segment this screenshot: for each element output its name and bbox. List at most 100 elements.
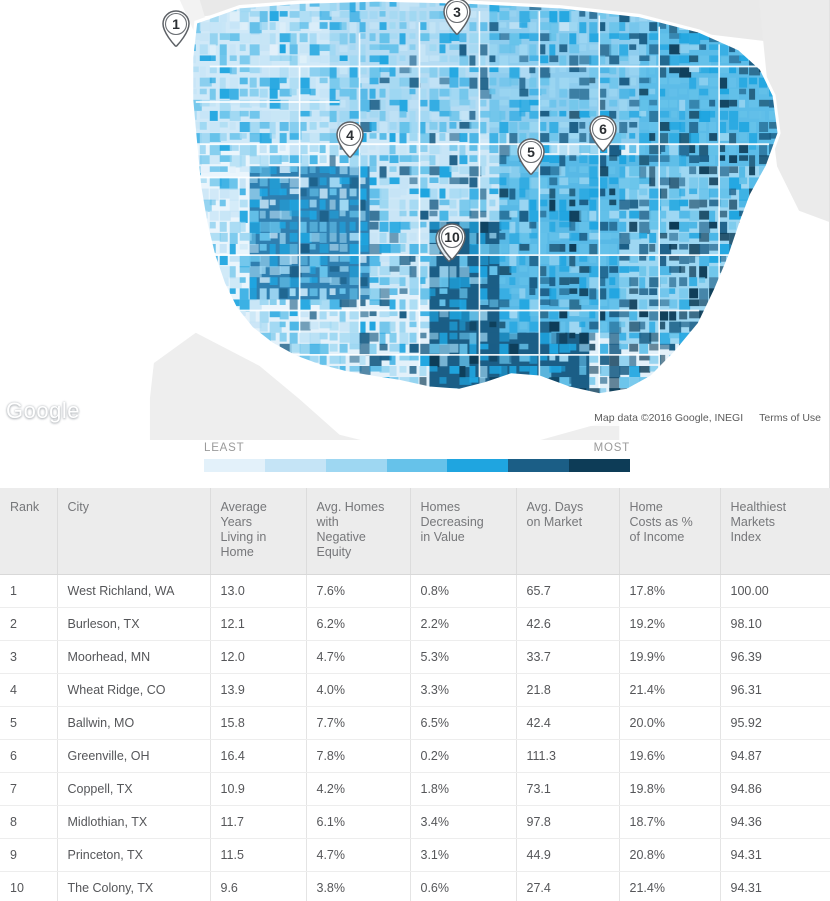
cell-decreasing: 3.4% [410, 805, 517, 839]
map-marker-5[interactable]: 5 [512, 136, 550, 184]
legend-swatch-6 [508, 459, 570, 472]
cell-decreasing: 1.8% [410, 772, 517, 806]
cell-negative_equity: 7.8% [306, 739, 411, 773]
table-row[interactable]: 5 Ballwin, MO 15.8 7.7% 6.5% 42.4 20.0% 95.92 [0, 706, 830, 740]
table-row[interactable]: 6 Greenville, OH 16.4 7.8% 0.2% 111.3 19.6% 94.… [0, 739, 830, 773]
cell-years: 16.4 [210, 739, 307, 773]
cell-rank: 9 [0, 838, 58, 872]
cell-rank: 3 [0, 640, 58, 674]
cell-decreasing: 0.8% [410, 574, 517, 608]
map-attribution: Map data ©2016 Google, INEGI Terms of Us… [588, 410, 827, 426]
svg-text:10: 10 [444, 229, 460, 245]
table-row[interactable]: 7 Coppell, TX 10.9 4.2% 1.8% 73.1 19.8% 94.86 [0, 772, 830, 806]
table-row[interactable]: 3 Moorhead, MN 12.0 4.7% 5.3% 33.7 19.9% 96.39 [0, 640, 830, 674]
column-header-0: Rank [0, 488, 58, 575]
cell-days_on_market: 42.6 [516, 607, 620, 641]
cell-days_on_market: 65.7 [516, 574, 620, 608]
legend-swatch-5 [447, 459, 509, 472]
column-header-line: Avg. Days [526, 500, 584, 514]
cell-costs_pct: 20.8% [619, 838, 721, 872]
table-body: 1 West Richland, WA 13.0 7.6% 0.8% 65.7 17.8% 1… [0, 574, 830, 901]
column-header-line: Rank [10, 500, 40, 514]
column-header-line: in Value [420, 530, 465, 544]
cell-years: 9.6 [210, 871, 307, 901]
column-header-line: of Income [629, 530, 685, 544]
legend-most-label: MOST [593, 442, 630, 454]
cell-rank: 5 [0, 706, 58, 740]
cell-costs_pct: 17.8% [619, 574, 721, 608]
map-marker-1[interactable]: 1 [157, 8, 195, 56]
cell-years: 11.5 [210, 838, 307, 872]
cell-rank: 4 [0, 673, 58, 707]
cell-years: 12.0 [210, 640, 307, 674]
svg-text:5: 5 [527, 144, 535, 160]
column-header-4: Homes Decreasing in Value [410, 488, 517, 575]
column-header-1: City [57, 488, 211, 575]
map-marker-4[interactable]: 4 [331, 119, 369, 167]
cell-decreasing: 0.6% [410, 871, 517, 901]
cell-city: Wheat Ridge, CO [57, 673, 211, 707]
cell-years: 13.9 [210, 673, 307, 707]
cell-city: The Colony, TX [57, 871, 211, 901]
cell-rank: 1 [0, 574, 58, 608]
cell-negative_equity: 7.7% [306, 706, 411, 740]
legend-swatch-7 [569, 459, 631, 472]
map-marker-10[interactable]: 10 [433, 221, 471, 269]
choropleth-map[interactable]: 1 3 4 6 5 10 Google Map data ©2016 Google, IN… [0, 0, 830, 488]
cell-costs_pct: 19.6% [619, 739, 721, 773]
cell-negative_equity: 4.2% [306, 772, 411, 806]
column-header-line: Living in [220, 530, 267, 544]
column-header-line: Home [220, 545, 254, 559]
table-row[interactable]: 2 Burleson, TX 12.1 6.2% 2.2% 42.6 19.2% 98.10 [0, 607, 830, 641]
table-row[interactable]: 4 Wheat Ridge, CO 13.9 4.0% 3.3% 21.8 21.4% 96.… [0, 673, 830, 707]
cell-costs_pct: 18.7% [619, 805, 721, 839]
cell-city: Coppell, TX [57, 772, 211, 806]
cell-rank: 2 [0, 607, 58, 641]
cell-years: 15.8 [210, 706, 307, 740]
column-header-line: City [67, 500, 90, 514]
cell-days_on_market: 111.3 [516, 739, 620, 773]
column-header-7: Healthiest Markets Index [720, 488, 830, 575]
rankings-table: Rank City Average Years Living in Home Avg. Ho… [0, 488, 830, 901]
table-row[interactable]: 8 Midlothian, TX 11.7 6.1% 3.4% 97.8 18.7% 94.3… [0, 805, 830, 839]
column-header-line: Home [629, 500, 663, 514]
legend-labels: LEAST MOST [204, 442, 630, 454]
table-header-row: Rank City Average Years Living in Home Avg. Ho… [0, 488, 830, 575]
cell-city: Burleson, TX [57, 607, 211, 641]
cell-rank: 8 [0, 805, 58, 839]
healthiest-markets-page: 1 3 4 6 5 10 Google Map data ©2016 Google, IN… [0, 0, 830, 901]
table-row[interactable]: 10 The Colony, TX 9.6 3.8% 0.6% 27.4 21.4% 94.3… [0, 871, 830, 901]
column-header-line: Years [220, 515, 253, 529]
map-legend: LEAST MOST [0, 440, 829, 488]
map-marker-6[interactable]: 6 [584, 113, 622, 161]
cell-costs_pct: 19.8% [619, 772, 721, 806]
cell-rank: 6 [0, 739, 58, 773]
cell-decreasing: 5.3% [410, 640, 517, 674]
cell-years: 10.9 [210, 772, 307, 806]
column-header-line: Negative [316, 530, 366, 544]
legend-least-label: LEAST [204, 442, 245, 454]
table-row[interactable]: 9 Princeton, TX 11.5 4.7% 3.1% 44.9 20.8% 94.31 [0, 838, 830, 872]
column-header-line: Equity [316, 545, 352, 559]
terms-of-use-link[interactable]: Terms of Use [759, 412, 821, 424]
cell-index: 94.31 [720, 838, 830, 872]
cell-city: Princeton, TX [57, 838, 211, 872]
column-header-line: on Market [526, 515, 583, 529]
svg-text:1: 1 [172, 16, 180, 32]
cell-index: 96.39 [720, 640, 830, 674]
cell-index: 96.31 [720, 673, 830, 707]
column-header-line: Avg. Homes [316, 500, 385, 514]
column-header-line: with [316, 515, 339, 529]
column-header-2: Average Years Living in Home [210, 488, 307, 575]
google-logo: Google [6, 398, 80, 423]
map-marker-3[interactable]: 3 [438, 0, 476, 44]
cell-days_on_market: 21.8 [516, 673, 620, 707]
table-row[interactable]: 1 West Richland, WA 13.0 7.6% 0.8% 65.7 17.8% 1… [0, 574, 830, 608]
column-header-5: Avg. Days on Market [516, 488, 620, 575]
legend-gradient-bar [204, 459, 631, 472]
cell-days_on_market: 97.8 [516, 805, 620, 839]
column-header-line: Healthiest [730, 500, 787, 514]
cell-rank: 7 [0, 772, 58, 806]
column-header-line: Homes [420, 500, 461, 514]
cell-negative_equity: 4.0% [306, 673, 411, 707]
